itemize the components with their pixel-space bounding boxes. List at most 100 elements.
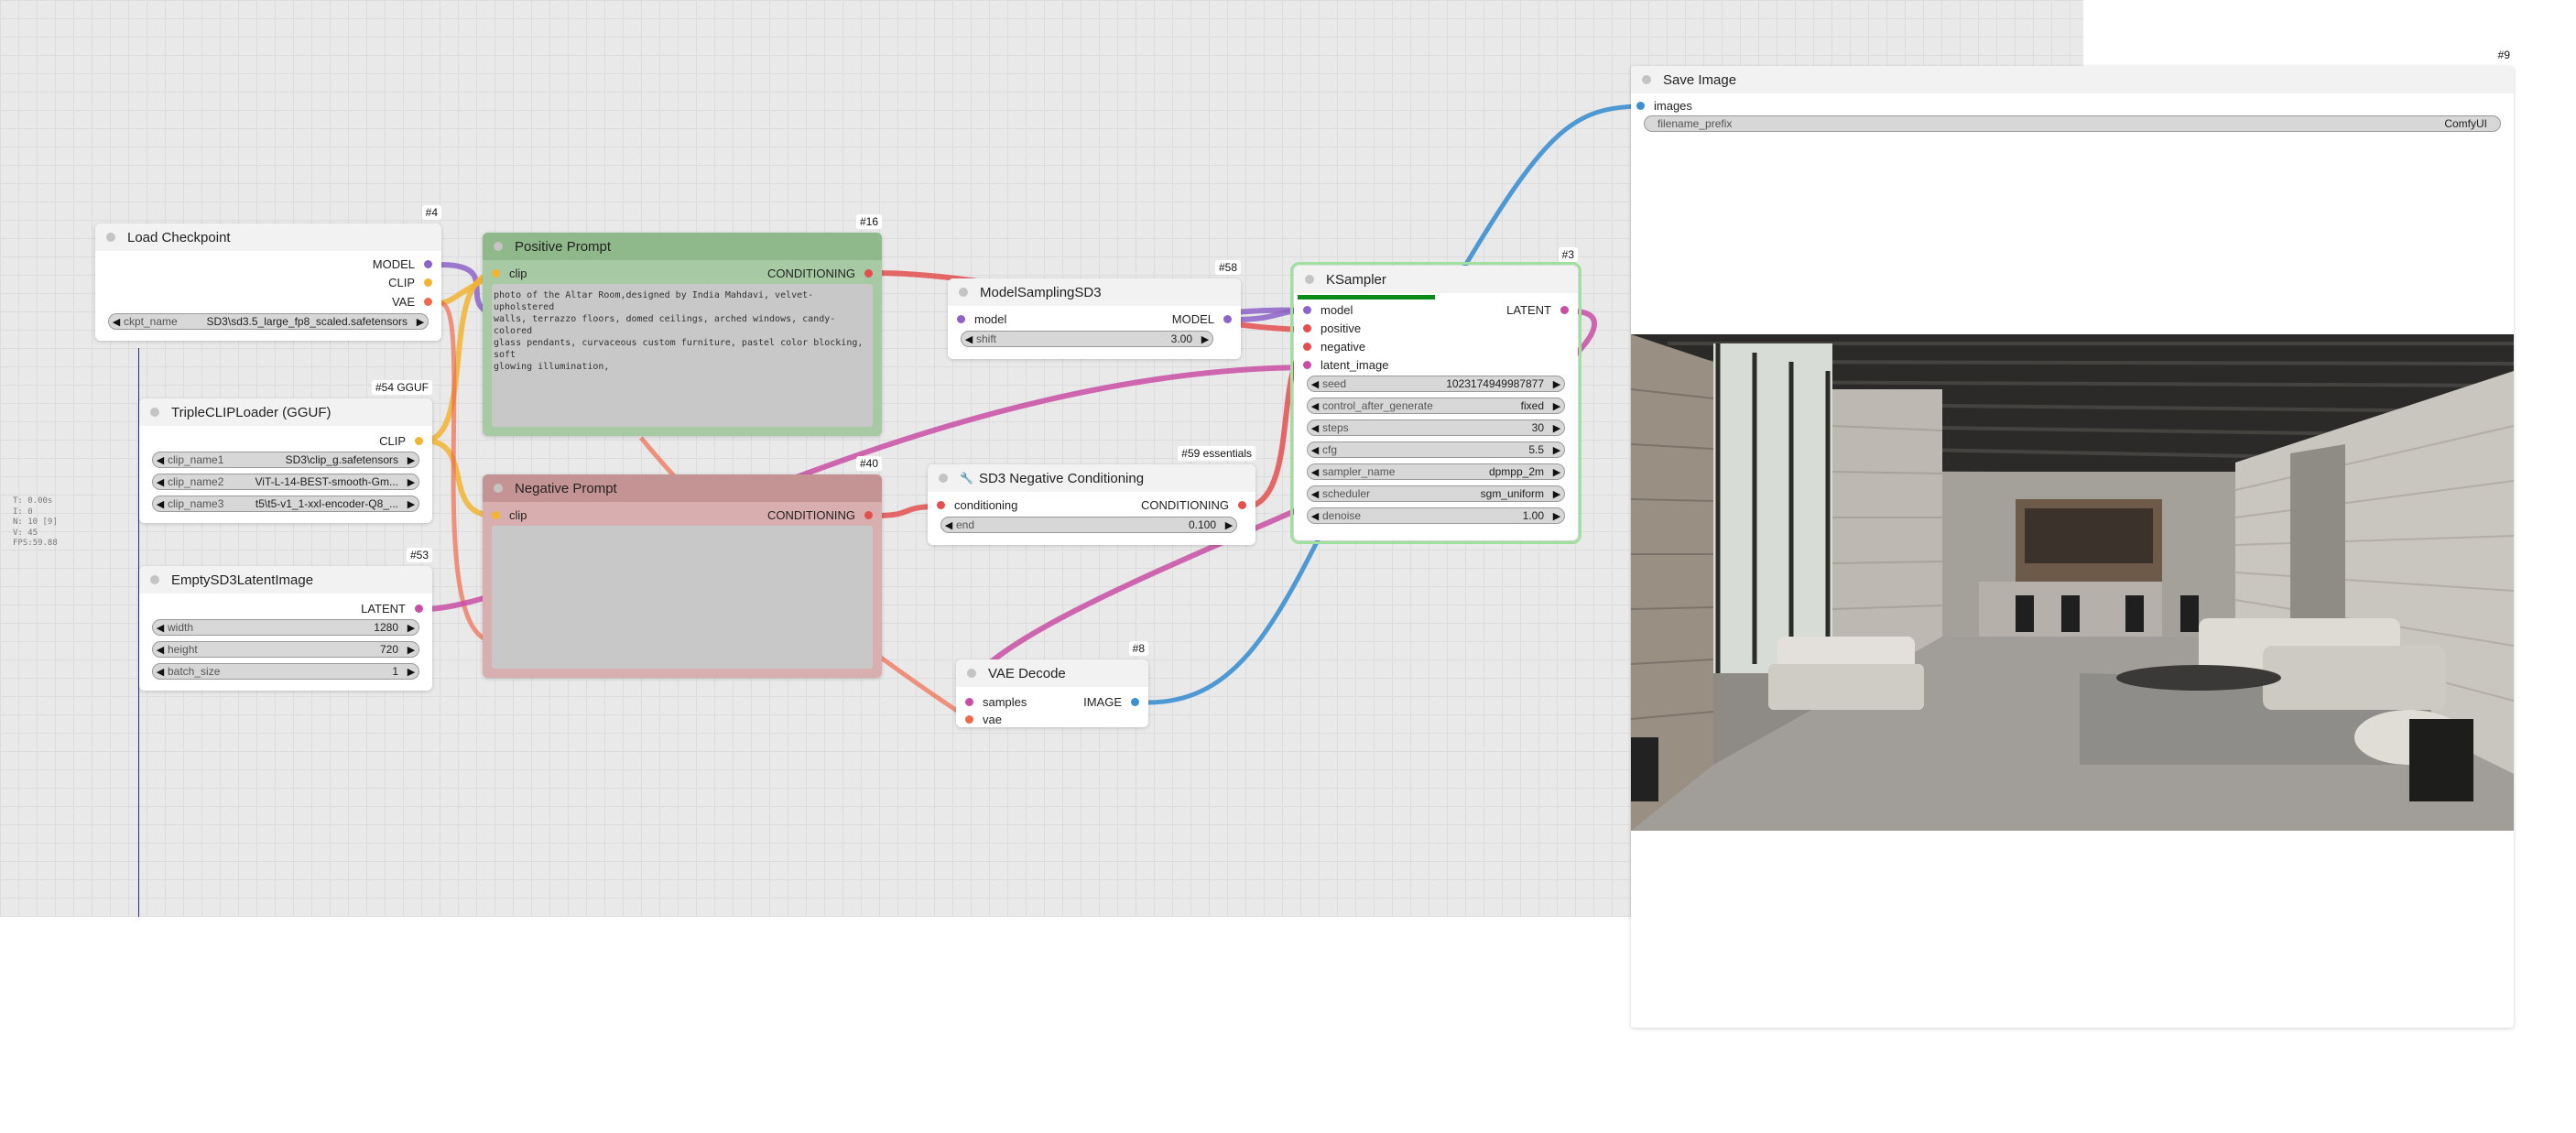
decrement-arrow-icon[interactable]: ◀ xyxy=(153,622,168,634)
node-sd3-negative-conditioning[interactable]: #59 essentials 🔧 SD3 Negative Conditionin… xyxy=(928,446,1255,545)
increment-arrow-icon[interactable]: ▶ xyxy=(1549,444,1564,456)
output-vae[interactable]: VAE xyxy=(392,294,432,309)
height-number[interactable]: ◀ height 720 ▶ xyxy=(152,641,419,658)
node-title-bar[interactable]: VAE Decode xyxy=(956,659,1148,687)
output-image[interactable]: IMAGE xyxy=(1083,694,1139,709)
steps-number[interactable]: ◀ steps 30 ▶ xyxy=(1307,419,1565,436)
input-images[interactable]: images xyxy=(1636,98,1692,113)
slot-pin[interactable] xyxy=(965,697,973,706)
width-number[interactable]: ◀ width 1280 ▶ xyxy=(152,619,419,636)
slot-pin[interactable] xyxy=(415,604,423,613)
scheduler-combo[interactable]: ◀ scheduler sgm_uniform ▶ xyxy=(1307,485,1565,502)
output-latent[interactable]: LATENT xyxy=(361,601,423,616)
slot-pin[interactable] xyxy=(965,714,973,724)
decrement-arrow-icon[interactable]: ◀ xyxy=(1308,422,1322,434)
output-model[interactable]: MODEL xyxy=(373,256,432,271)
node-title-bar[interactable]: Save Image xyxy=(1631,66,2514,93)
slot-pin[interactable] xyxy=(415,436,423,445)
decrement-arrow-icon[interactable]: ◀ xyxy=(153,666,168,678)
collapse-dot[interactable] xyxy=(106,233,115,242)
clip-name1-combo[interactable]: ◀ clip_name1 SD3\clip_g.safetensors ▶ xyxy=(152,452,419,468)
output-clip[interactable]: CLIP xyxy=(379,433,423,448)
increment-arrow-icon[interactable]: ▶ xyxy=(404,498,418,510)
node-positive-prompt[interactable]: #16 Positive Prompt clip CONDITIONING ph… xyxy=(483,214,882,436)
slot-pin[interactable] xyxy=(1223,314,1232,323)
decrement-arrow-icon[interactable]: ◀ xyxy=(1308,400,1322,412)
slot-pin[interactable] xyxy=(937,500,945,509)
batch-size-number[interactable]: ◀ batch_size 1 ▶ xyxy=(152,663,419,680)
output-clip[interactable]: CLIP xyxy=(388,275,432,289)
decrement-arrow-icon[interactable]: ◀ xyxy=(1308,466,1322,478)
output-conditioning[interactable]: CONDITIONING xyxy=(1141,497,1246,512)
collapse-dot[interactable] xyxy=(1642,75,1651,84)
generated-image-preview[interactable] xyxy=(1631,334,2514,831)
output-conditioning[interactable]: CONDITIONING xyxy=(767,266,873,280)
increment-arrow-icon[interactable]: ▶ xyxy=(1549,378,1564,390)
node-title-bar[interactable]: 🔧 SD3 Negative Conditioning xyxy=(928,464,1255,492)
output-conditioning[interactable]: CONDITIONING xyxy=(767,507,873,522)
input-positive[interactable]: positive xyxy=(1303,321,1361,335)
increment-arrow-icon[interactable]: ▶ xyxy=(404,666,418,678)
input-clip[interactable]: clip xyxy=(492,507,527,522)
collapse-dot[interactable] xyxy=(967,669,976,678)
slot-pin[interactable] xyxy=(957,314,965,323)
slot-pin[interactable] xyxy=(1636,101,1645,110)
input-vae[interactable]: vae xyxy=(965,712,1002,726)
input-samples[interactable]: samples xyxy=(965,694,1027,709)
slot-pin[interactable] xyxy=(1303,305,1311,314)
node-model-sampling-sd3[interactable]: #58 ModelSamplingSD3 model MODEL ◀ shift 3… xyxy=(948,260,1241,359)
decrement-arrow-icon[interactable]: ◀ xyxy=(109,316,124,328)
increment-arrow-icon[interactable]: ▶ xyxy=(1549,422,1564,434)
slot-pin[interactable] xyxy=(1238,500,1246,509)
increment-arrow-icon[interactable]: ▶ xyxy=(1198,333,1212,345)
cfg-number[interactable]: ◀ cfg 5.5 ▶ xyxy=(1307,441,1565,458)
decrement-arrow-icon[interactable]: ◀ xyxy=(1308,444,1322,456)
decrement-arrow-icon[interactable]: ◀ xyxy=(1308,488,1322,500)
slot-pin[interactable] xyxy=(424,297,432,306)
node-title-bar[interactable]: Negative Prompt xyxy=(483,474,882,502)
node-negative-prompt[interactable]: #40 Negative Prompt clip CONDITIONING xyxy=(483,456,882,678)
input-clip[interactable]: clip xyxy=(492,266,527,280)
increment-arrow-icon[interactable]: ▶ xyxy=(1549,400,1564,412)
node-title-bar[interactable]: Load Checkpoint xyxy=(95,223,441,251)
slot-pin[interactable] xyxy=(864,510,873,519)
slot-pin[interactable] xyxy=(424,259,432,268)
input-latent-image[interactable]: latent_image xyxy=(1303,357,1388,372)
slot-pin[interactable] xyxy=(1560,305,1569,314)
node-ksampler[interactable]: #3 KSampler model LATENT positive negati… xyxy=(1290,247,1581,544)
clip-name3-combo[interactable]: ◀ clip_name3 t5\t5-v1_1-xxl-encoder-Q8_...… xyxy=(152,496,419,512)
collapse-dot[interactable] xyxy=(150,575,159,584)
slot-pin[interactable] xyxy=(1303,323,1311,332)
node-title-bar[interactable]: ModelSamplingSD3 xyxy=(948,278,1241,306)
decrement-arrow-icon[interactable]: ◀ xyxy=(153,476,168,488)
slot-pin[interactable] xyxy=(492,268,500,278)
sampler-name-combo[interactable]: ◀ sampler_name dpmpp_2m ▶ xyxy=(1307,463,1565,480)
control-after-generate-combo[interactable]: ◀ control_after_generate fixed ▶ xyxy=(1307,398,1565,414)
end-number[interactable]: ◀ end 0.100 ▶ xyxy=(940,517,1237,533)
input-conditioning[interactable]: conditioning xyxy=(937,497,1017,512)
ckpt-name-combo[interactable]: ◀ ckpt_name SD3\sd3.5_large_fp8_scaled.saf… xyxy=(108,313,429,330)
increment-arrow-icon[interactable]: ▶ xyxy=(1549,488,1564,500)
input-model[interactable]: model xyxy=(1303,302,1353,317)
slot-pin[interactable] xyxy=(1303,342,1311,351)
collapse-dot[interactable] xyxy=(150,408,159,417)
slot-pin[interactable] xyxy=(492,510,500,519)
filename-prefix-text[interactable]: filename_prefix ComfyUI xyxy=(1644,115,2501,132)
decrement-arrow-icon[interactable]: ◀ xyxy=(153,644,168,656)
collapse-dot[interactable] xyxy=(1305,275,1314,284)
decrement-arrow-icon[interactable]: ◀ xyxy=(153,498,168,510)
decrement-arrow-icon[interactable]: ◀ xyxy=(153,454,168,466)
node-title-bar[interactable]: EmptySD3LatentImage xyxy=(139,566,432,594)
decrement-arrow-icon[interactable]: ◀ xyxy=(941,519,956,531)
increment-arrow-icon[interactable]: ▶ xyxy=(1549,466,1564,478)
slot-pin[interactable] xyxy=(1131,697,1139,706)
prompt-textarea[interactable] xyxy=(492,526,873,669)
input-negative[interactable]: negative xyxy=(1303,339,1365,354)
node-load-checkpoint[interactable]: #4 Load Checkpoint MODEL CLIP VAE ◀ ckpt_… xyxy=(95,205,441,341)
collapse-dot[interactable] xyxy=(494,242,503,251)
collapse-dot[interactable] xyxy=(939,474,948,483)
shift-number[interactable]: ◀ shift 3.00 ▶ xyxy=(961,331,1213,347)
node-empty-sd3-latent-image[interactable]: #53 EmptySD3LatentImage LATENT ◀ width 128… xyxy=(139,548,432,691)
denoise-number[interactable]: ◀ denoise 1.00 ▶ xyxy=(1307,507,1565,524)
increment-arrow-icon[interactable]: ▶ xyxy=(404,476,418,488)
